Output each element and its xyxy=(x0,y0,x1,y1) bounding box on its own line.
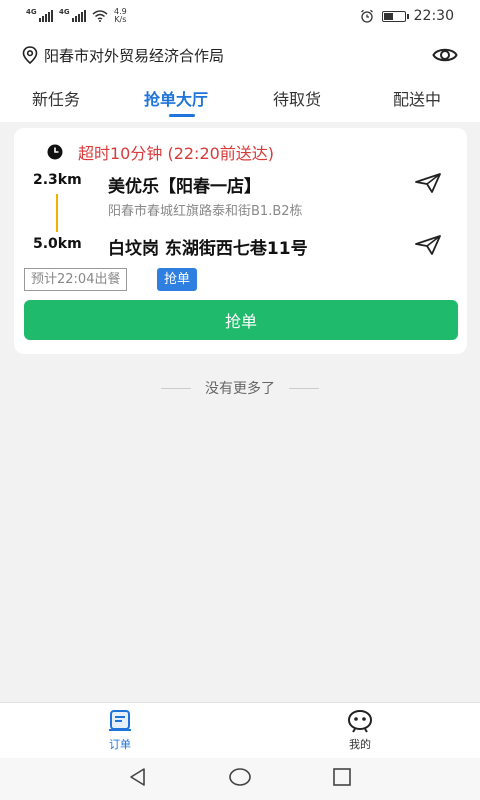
network-speed: 4.9 K/s xyxy=(114,8,127,24)
tab-new-task[interactable]: 新任务 xyxy=(32,86,80,110)
active-tab-indicator xyxy=(169,114,195,117)
grab-order-button[interactable]: 抢单 xyxy=(24,300,458,340)
battery-fill xyxy=(383,12,393,20)
speed-unit: K/s xyxy=(114,15,127,24)
status-right: 22:30 xyxy=(360,8,454,24)
home-icon[interactable] xyxy=(228,767,252,787)
navigate-send-icon[interactable] xyxy=(414,172,442,194)
bottom-nav: 订单 我的 xyxy=(0,702,480,758)
pickup-address: 阳春市春城红旗路泰和街B1.B2栋 xyxy=(108,204,303,219)
navigate-send-icon[interactable] xyxy=(414,234,442,256)
map-pin-icon xyxy=(22,46,38,64)
signal-icon: 4G xyxy=(26,8,53,22)
pickup-distance: 2.3km xyxy=(33,172,82,188)
no-more-text: 没有更多了 xyxy=(205,381,275,397)
eta-tag: 预计22:04出餐 xyxy=(24,268,128,291)
nav-orders-label: 订单 xyxy=(109,738,131,751)
wifi-icon xyxy=(92,10,108,22)
battery-icon xyxy=(381,10,409,22)
back-icon[interactable] xyxy=(128,767,148,787)
list-end-indicator: 没有更多了 xyxy=(0,378,480,398)
tab-delivering[interactable]: 配送中 xyxy=(393,86,441,110)
timeout-row: 超时10分钟 (22:20前送达) xyxy=(46,140,274,164)
status-bar: 4G 4G 4.9 K/s 22:30 xyxy=(0,0,480,32)
nav-mine-label: 我的 xyxy=(349,738,371,751)
header: 阳春市对外贸易经济合作局 xyxy=(0,32,480,78)
divider xyxy=(289,387,319,389)
tab-grab-hall[interactable]: 抢单大厅 xyxy=(144,86,208,110)
nav-mine[interactable]: 我的 xyxy=(330,709,390,752)
clock-icon xyxy=(47,144,63,160)
signal-icon: 4G xyxy=(59,8,86,22)
order-icon xyxy=(109,710,131,731)
route-line xyxy=(56,194,58,232)
recents-icon[interactable] xyxy=(332,767,352,787)
location-text[interactable]: 阳春市对外贸易经济合作局 xyxy=(44,45,224,66)
pickup-shop-name: 美优乐【阳春一店】 xyxy=(108,177,261,197)
nav-orders[interactable]: 订单 xyxy=(90,709,150,752)
clock: 22:30 xyxy=(413,8,454,24)
sim1-label: 4G xyxy=(26,8,37,16)
eye-icon[interactable] xyxy=(432,45,458,65)
grab-tag: 抢单 xyxy=(157,268,198,291)
dropoff-address: 白坟岗 东湖街西七巷11号 xyxy=(108,239,308,259)
order-tabs: 新任务 抢单大厅 待取货 配送中 xyxy=(0,78,480,122)
sim2-label: 4G xyxy=(59,8,70,16)
divider xyxy=(161,387,191,389)
dropoff-distance: 5.0km xyxy=(33,236,82,252)
order-card[interactable]: 超时10分钟 (22:20前送达) 2.3km 5.0km 美优乐【阳春一店】 … xyxy=(14,128,467,354)
alarm-icon xyxy=(360,9,373,23)
profile-face-icon xyxy=(347,709,373,733)
system-nav-bar xyxy=(0,758,480,800)
tab-pending-pickup[interactable]: 待取货 xyxy=(273,86,321,110)
status-left: 4G 4G 4.9 K/s xyxy=(26,8,127,24)
timeout-text: 超时10分钟 (22:20前送达) xyxy=(78,144,275,163)
